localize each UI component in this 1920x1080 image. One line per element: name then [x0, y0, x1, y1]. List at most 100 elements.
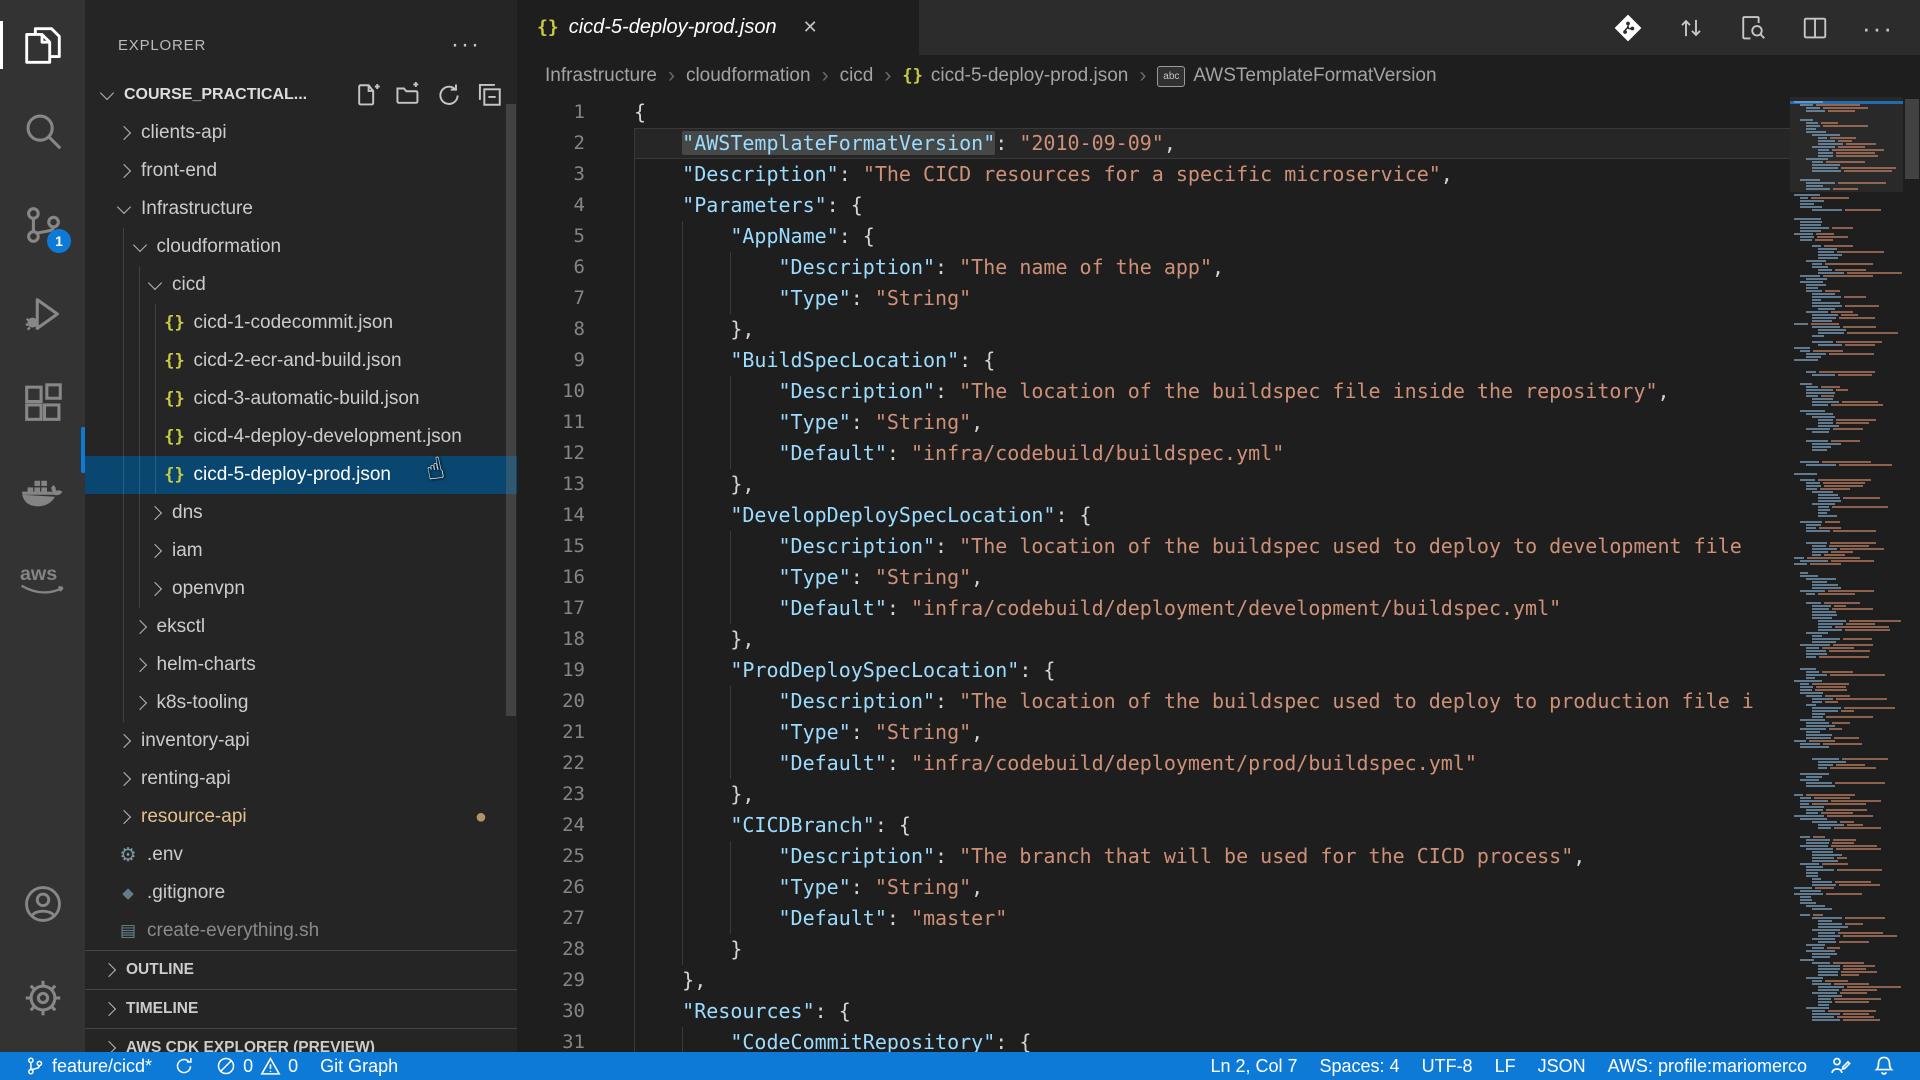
tree-item-front-end[interactable]: front-end: [85, 152, 517, 190]
breadcrumb-item[interactable]: Infrastructure: [545, 65, 657, 87]
code-line-24[interactable]: 24 "CICDBranch": {: [517, 810, 1790, 841]
accounts-icon[interactable]: [0, 872, 85, 936]
panel-timeline[interactable]: TIMELINE: [85, 989, 517, 1028]
problems-status[interactable]: 0 0: [205, 1052, 309, 1080]
more-actions-icon[interactable]: ···: [1862, 22, 1894, 34]
editor-scrollbar-thumb[interactable]: [1905, 99, 1919, 179]
git-graph-button[interactable]: Git Graph: [309, 1052, 409, 1080]
breadcrumb-item[interactable]: cloudformation: [686, 65, 811, 87]
panel-outline[interactable]: OUTLINE: [85, 950, 517, 989]
breadcrumb-item[interactable]: abcAWSTemplateFormatVersion: [1157, 65, 1436, 87]
code-line-1[interactable]: 1{: [517, 97, 1790, 128]
aws-icon[interactable]: aws: [0, 548, 85, 612]
tree-item-k8s-tooling[interactable]: k8s-tooling: [85, 684, 517, 722]
breadcrumb-item[interactable]: cicd: [840, 65, 874, 87]
code-line-29[interactable]: 29 },: [517, 965, 1790, 996]
code-line-31[interactable]: 31 "CodeCommitRepository": {: [517, 1027, 1790, 1052]
search-icon[interactable]: [0, 99, 85, 163]
sidebar-more-actions[interactable]: ···: [451, 40, 481, 50]
code-line-21[interactable]: 21 "Type": "String",: [517, 717, 1790, 748]
aws-profile[interactable]: AWS: profile:mariomerco: [1597, 1052, 1818, 1080]
eol-sequence[interactable]: LF: [1484, 1052, 1527, 1080]
collapse-all-icon[interactable]: [477, 82, 503, 108]
tree-item-resource-api[interactable]: resource-api●: [85, 798, 517, 836]
code-line-30[interactable]: 30 "Resources": {: [517, 996, 1790, 1027]
new-folder-icon[interactable]: [395, 82, 421, 108]
code-line-11[interactable]: 11 "Type": "String",: [517, 407, 1790, 438]
tree-item-renting-api[interactable]: renting-api: [85, 760, 517, 798]
source-control-icon[interactable]: 1: [0, 193, 85, 257]
search-editor-icon[interactable]: [1738, 13, 1768, 43]
code-line-15[interactable]: 15 "Description": "The location of the b…: [517, 531, 1790, 562]
language-mode[interactable]: JSON: [1527, 1052, 1597, 1080]
code-line-28[interactable]: 28 }: [517, 934, 1790, 965]
notifications-bell-icon[interactable]: [1862, 1052, 1906, 1080]
git-branch-status[interactable]: feature/cicd*: [14, 1052, 163, 1080]
extensions-icon[interactable]: [0, 372, 85, 436]
explorer-icon[interactable]: [0, 13, 85, 77]
code-editor[interactable]: 1{2 "AWSTemplateFormatVersion": "2010-09…: [517, 97, 1920, 1052]
tree-item-iam[interactable]: iam: [85, 532, 517, 570]
code-line-2[interactable]: 2 "AWSTemplateFormatVersion": "2010-09-0…: [517, 128, 1790, 159]
tree-item-cicd-3-automatic-build-json[interactable]: {}cicd-3-automatic-build.json: [85, 380, 517, 418]
indentation[interactable]: Spaces: 4: [1309, 1052, 1411, 1080]
code-line-4[interactable]: 4 "Parameters": {: [517, 190, 1790, 221]
code-line-7[interactable]: 7 "Type": "String": [517, 283, 1790, 314]
sync-status[interactable]: [163, 1052, 205, 1080]
workspace-section-header[interactable]: COURSE_PRACTICAL...: [85, 76, 517, 114]
tree-item-cicd-2-ecr-and-build-json[interactable]: {}cicd-2-ecr-and-build.json: [85, 342, 517, 380]
code-line-27[interactable]: 27 "Default": "master": [517, 903, 1790, 934]
tree-item--env[interactable]: ⚙.env: [85, 836, 517, 874]
feedback-icon[interactable]: [1818, 1052, 1862, 1080]
tree-item-inventory-api[interactable]: inventory-api: [85, 722, 517, 760]
tree-item-dns[interactable]: dns: [85, 494, 517, 532]
code-line-8[interactable]: 8 },: [517, 314, 1790, 345]
code-line-19[interactable]: 19 "ProdDeploySpecLocation": {: [517, 655, 1790, 686]
tree-item-cicd-1-codecommit-json[interactable]: {}cicd-1-codecommit.json: [85, 304, 517, 342]
code-line-9[interactable]: 9 "BuildSpecLocation": {: [517, 345, 1790, 376]
tree-item-eksctl[interactable]: eksctl: [85, 608, 517, 646]
code-line-14[interactable]: 14 "DevelopDeploySpecLocation": {: [517, 500, 1790, 531]
tree-item-helm-charts[interactable]: helm-charts: [85, 646, 517, 684]
tab-cicd-5-deploy-prod[interactable]: {} cicd-5-deploy-prod.json ✕: [517, 0, 919, 55]
code-line-16[interactable]: 16 "Type": "String",: [517, 562, 1790, 593]
code-line-10[interactable]: 10 "Description": "The location of the b…: [517, 376, 1790, 407]
docker-icon[interactable]: [0, 460, 85, 524]
code-line-3[interactable]: 3 "Description": "The CICD resources for…: [517, 159, 1790, 190]
split-editor-icon[interactable]: [1800, 13, 1830, 43]
code-line-22[interactable]: 22 "Default": "infra/codebuild/deploymen…: [517, 748, 1790, 779]
code-line-5[interactable]: 5 "AppName": {: [517, 221, 1790, 252]
minimap-line: [1812, 716, 1873, 718]
git-graph-icon[interactable]: [1612, 12, 1644, 44]
breadcrumb-item[interactable]: {}cicd-5-deploy-prod.json: [902, 65, 1128, 87]
code-line-26[interactable]: 26 "Type": "String",: [517, 872, 1790, 903]
run-and-debug-icon[interactable]: [0, 282, 85, 346]
code-line-12[interactable]: 12 "Default": "infra/codebuild/buildspec…: [517, 438, 1790, 469]
compare-changes-icon[interactable]: [1676, 13, 1706, 43]
settings-gear-icon[interactable]: [0, 966, 85, 1030]
refresh-icon[interactable]: [436, 82, 462, 108]
encoding[interactable]: UTF-8: [1411, 1052, 1484, 1080]
code-line-25[interactable]: 25 "Description": "The branch that will …: [517, 841, 1790, 872]
code-line-17[interactable]: 17 "Default": "infra/codebuild/deploymen…: [517, 593, 1790, 624]
cursor-position[interactable]: Ln 2, Col 7: [1199, 1052, 1308, 1080]
code-line-6[interactable]: 6 "Description": "The name of the app",: [517, 252, 1790, 283]
tree-item-cicd-5-deploy-prod-json[interactable]: {}cicd-5-deploy-prod.json: [85, 456, 517, 494]
tree-item-clients-api[interactable]: clients-api: [85, 114, 517, 152]
code-line-20[interactable]: 20 "Description": "The location of the b…: [517, 686, 1790, 717]
minimap[interactable]: [1790, 97, 1903, 1052]
code-line-18[interactable]: 18 },: [517, 624, 1790, 655]
tab-close-icon[interactable]: ✕: [803, 17, 818, 38]
code-line-23[interactable]: 23 },: [517, 779, 1790, 810]
tree-item-infrastructure[interactable]: Infrastructure: [85, 190, 517, 228]
sidebar-scrollbar[interactable]: [506, 104, 516, 716]
tree-item-create-everything-sh[interactable]: ▤create-everything.sh: [85, 912, 517, 950]
tree-item-openvpn[interactable]: openvpn: [85, 570, 517, 608]
panel-aws-cdk-explorer-preview-[interactable]: AWS CDK EXPLORER (PREVIEW): [85, 1028, 517, 1052]
tree-item-cicd[interactable]: cicd: [85, 266, 517, 304]
tree-item-cicd-4-deploy-development-json[interactable]: {}cicd-4-deploy-development.json: [85, 418, 517, 456]
code-line-13[interactable]: 13 },: [517, 469, 1790, 500]
tree-item--gitignore[interactable]: ◆.gitignore: [85, 874, 517, 912]
tree-item-cloudformation[interactable]: cloudformation: [85, 228, 517, 266]
new-file-icon[interactable]: [354, 82, 380, 108]
